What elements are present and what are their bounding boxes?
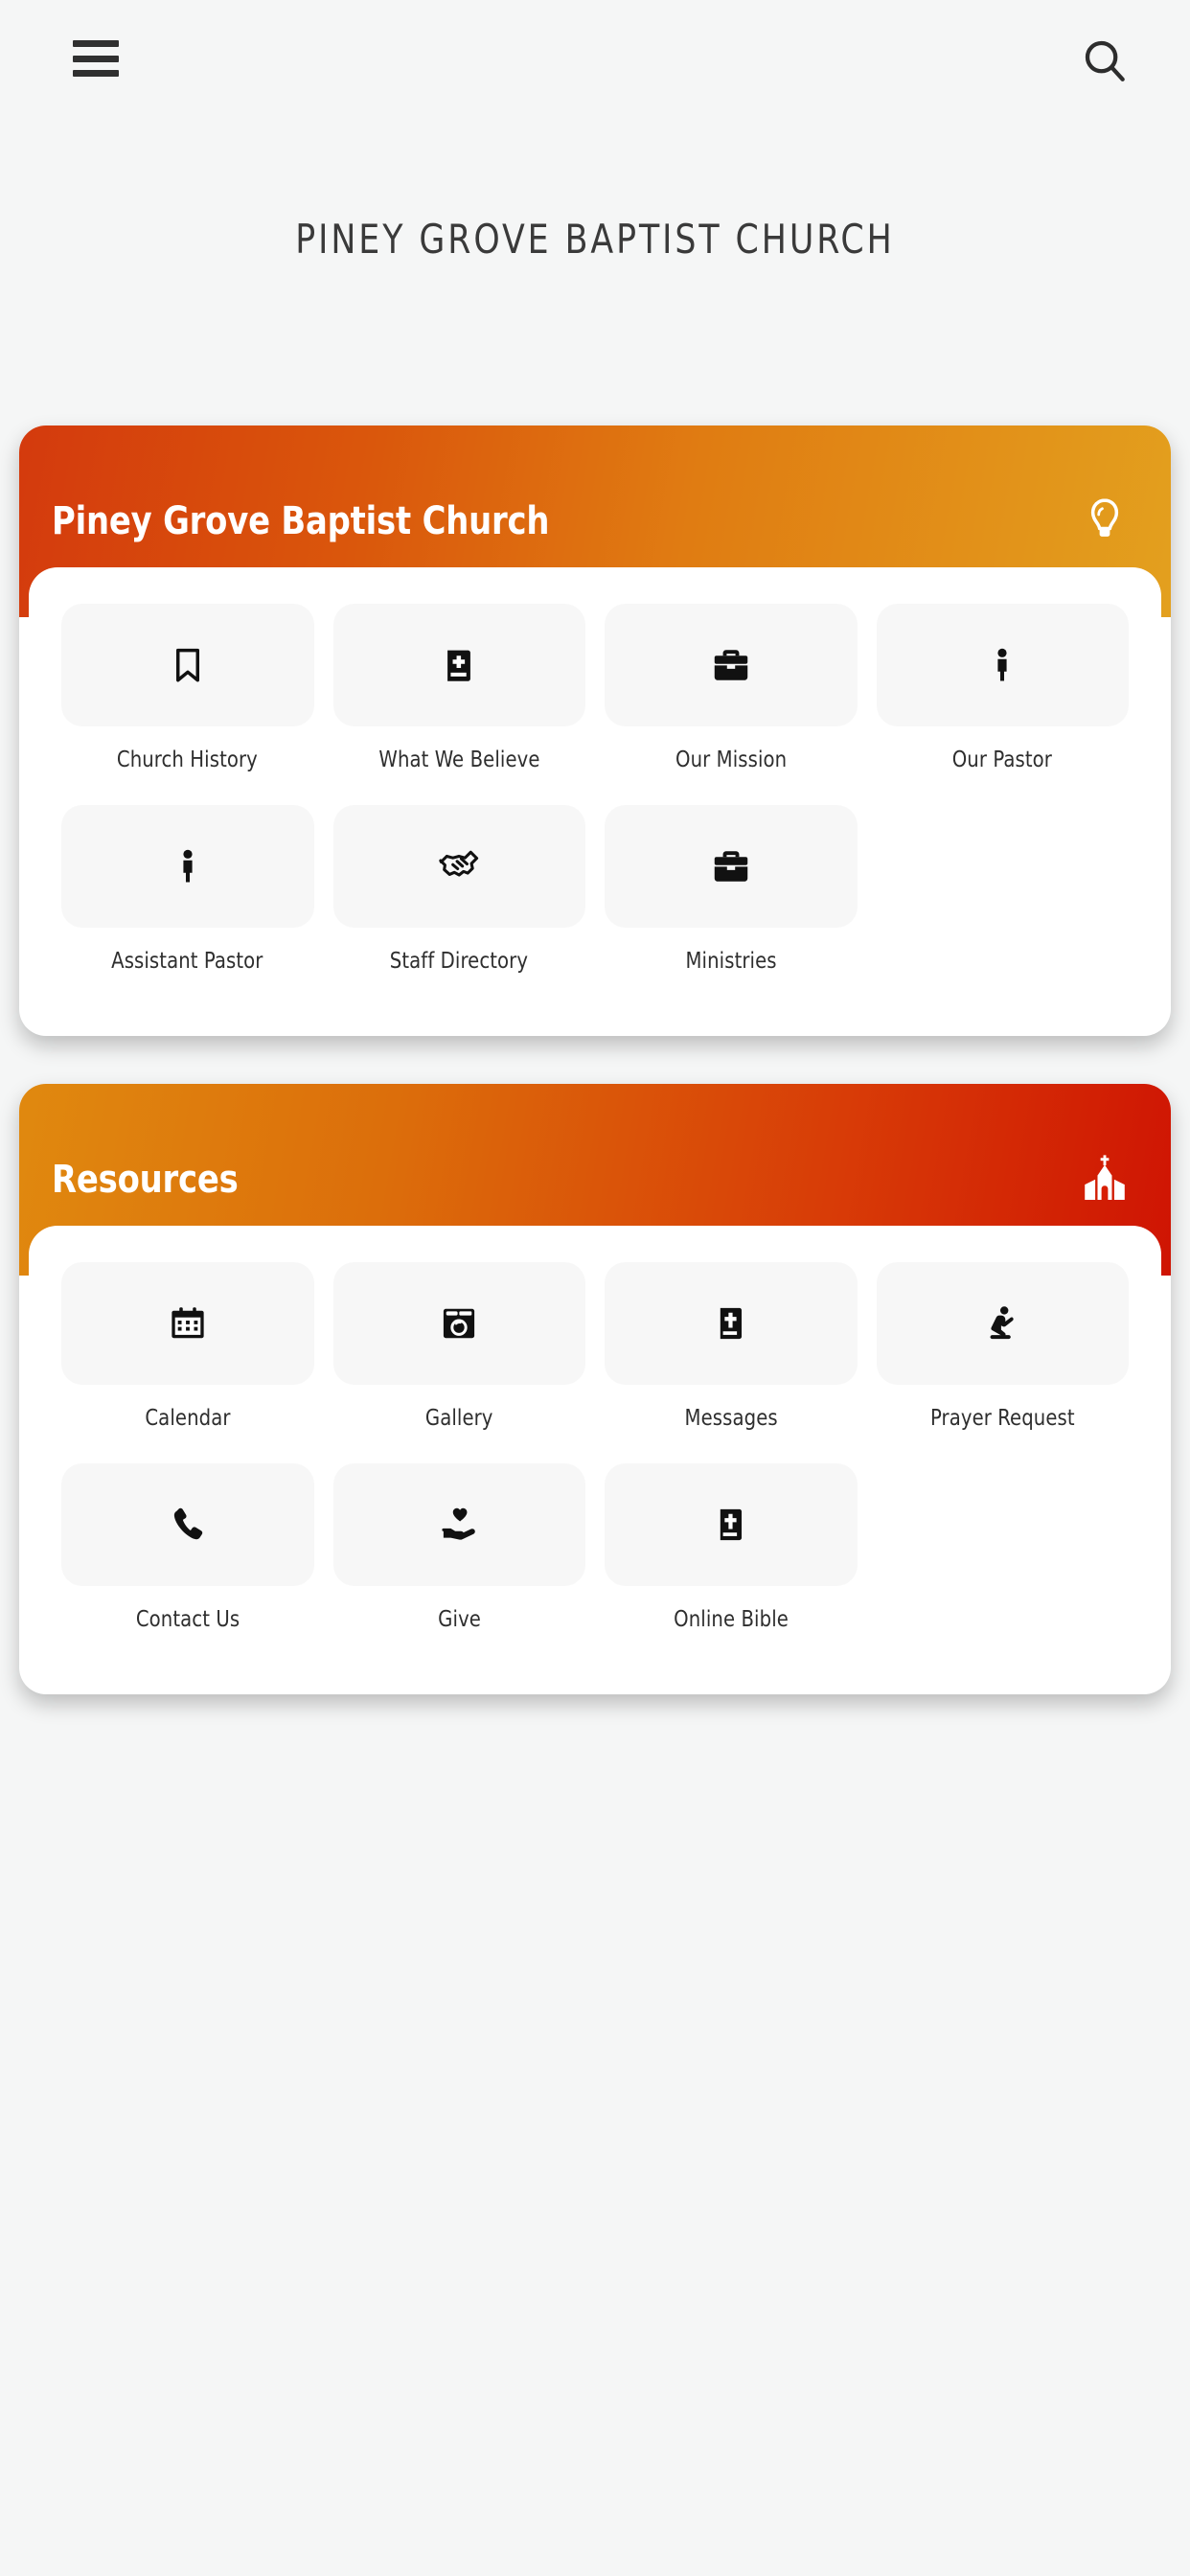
tile-grid: Church History What We Believe Our Missi… <box>61 604 1129 975</box>
search-icon[interactable] <box>1079 34 1131 86</box>
card-list: Piney Grove Baptist Church Church Histor… <box>0 426 1190 1694</box>
card-body: Calendar Gallery Messages Prayer Request… <box>29 1225 1161 1694</box>
hamburger-bar <box>73 40 119 47</box>
calendar-icon <box>61 1261 314 1385</box>
tile-give[interactable]: Give <box>332 1463 585 1633</box>
hamburger-menu-icon[interactable] <box>73 40 119 77</box>
tile-label: Assistant Pastor <box>111 949 263 975</box>
tile-label: Calendar <box>145 1405 231 1431</box>
tile-label: Contact Us <box>135 1607 240 1633</box>
tile-staff-directory[interactable]: Staff Directory <box>332 805 585 975</box>
tile-label: Gallery <box>424 1405 493 1431</box>
bookmark-icon <box>61 604 314 726</box>
card-resources: Resources Calendar Gallery Messages Pray… <box>19 1083 1171 1694</box>
book-cross-icon <box>332 604 585 726</box>
briefcase-icon <box>605 604 858 726</box>
tile-prayer-request[interactable]: Prayer Request <box>876 1261 1129 1431</box>
tile-label: Staff Directory <box>390 949 529 975</box>
phone-icon <box>61 1463 314 1587</box>
hamburger-bar <box>73 55 119 62</box>
bible-icon <box>605 1261 858 1385</box>
tile-calendar[interactable]: Calendar <box>61 1261 314 1431</box>
page-title: PINEY GROVE BAPTIST CHURCH <box>295 216 895 263</box>
card-church-info: Piney Grove Baptist Church Church Histor… <box>19 426 1171 1036</box>
tile-our-pastor[interactable]: Our Pastor <box>876 604 1129 772</box>
tile-label: Give <box>437 1607 481 1633</box>
app-root: PINEY GROVE BAPTIST CHURCH Piney Grove B… <box>0 0 1190 2576</box>
card-title: Piney Grove Baptist Church <box>52 499 550 543</box>
tile-what-we-believe[interactable]: What We Believe <box>332 604 585 772</box>
tile-label: Our Pastor <box>952 748 1053 772</box>
tile-gallery[interactable]: Gallery <box>332 1261 585 1431</box>
tile-label: Ministries <box>685 949 777 975</box>
tile-our-mission[interactable]: Our Mission <box>605 604 858 772</box>
bible-icon <box>605 1463 858 1587</box>
tile-label: Our Mission <box>675 748 787 772</box>
card-title: Resources <box>52 1157 239 1202</box>
tile-online-bible[interactable]: Online Bible <box>605 1463 858 1632</box>
tile-ministries[interactable]: Ministries <box>605 805 858 974</box>
person-icon <box>61 805 314 929</box>
card-body: Church History What We Believe Our Missi… <box>29 567 1161 1036</box>
tile-label: Online Bible <box>673 1607 789 1633</box>
tile-label: Church History <box>117 748 259 772</box>
person-icon <box>876 604 1129 726</box>
handshake-icon <box>332 805 585 929</box>
tile-church-history[interactable]: Church History <box>61 604 314 772</box>
praying-person-icon <box>876 1261 1129 1385</box>
hamburger-bar <box>73 70 119 77</box>
lightbulb-icon <box>1075 492 1134 551</box>
tile-label: What We Believe <box>378 748 540 772</box>
tile-label: Prayer Request <box>929 1405 1075 1431</box>
briefcase-icon <box>605 805 858 929</box>
tile-messages[interactable]: Messages <box>605 1261 858 1431</box>
top-bar <box>0 0 1190 125</box>
church-icon <box>1075 1150 1134 1209</box>
camera-icon <box>332 1261 585 1385</box>
site-title-block: PINEY GROVE BAPTIST CHURCH <box>0 125 1190 263</box>
tile-contact-us[interactable]: Contact Us <box>61 1463 314 1632</box>
tile-label: Messages <box>684 1405 778 1431</box>
tile-assistant-pastor[interactable]: Assistant Pastor <box>61 805 314 974</box>
hand-heart-icon <box>332 1463 585 1587</box>
tile-grid: Calendar Gallery Messages Prayer Request… <box>61 1261 1129 1633</box>
